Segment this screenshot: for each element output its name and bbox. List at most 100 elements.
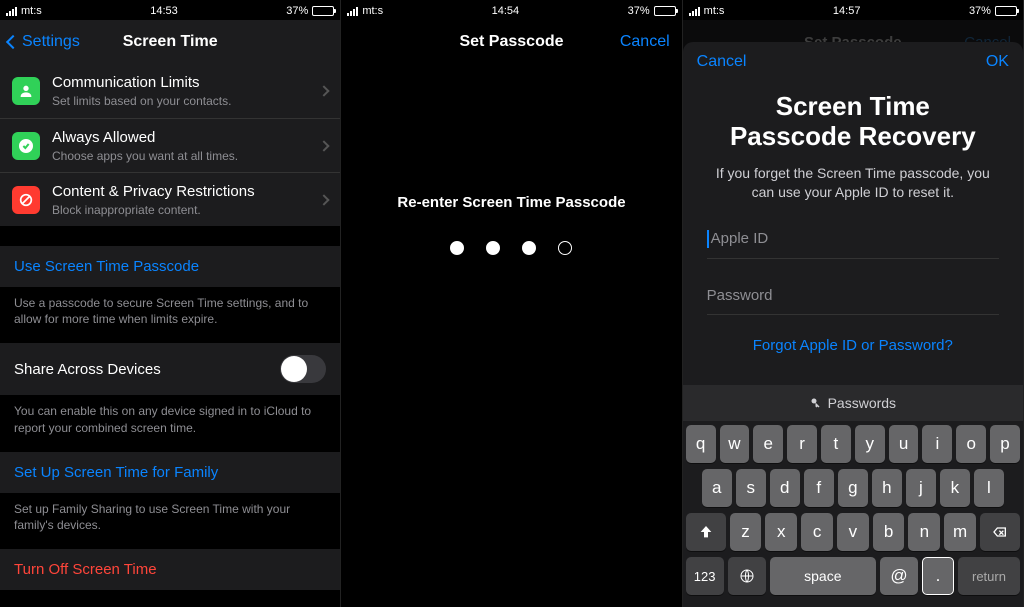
key-w[interactable]: w (720, 425, 750, 463)
phone-screen-time-settings: mt:s 14:53 37% Settings Screen Time Comm… (0, 0, 341, 607)
key-d[interactable]: d (770, 469, 800, 507)
key-u[interactable]: u (889, 425, 919, 463)
modal-cancel-button[interactable]: Cancel (697, 53, 747, 71)
key-g[interactable]: g (838, 469, 868, 507)
key-q[interactable]: q (686, 425, 716, 463)
key-k[interactable]: k (940, 469, 970, 507)
key-i[interactable]: i (922, 425, 952, 463)
battery-icon (654, 6, 676, 16)
key-t[interactable]: t (821, 425, 851, 463)
family-setup-button[interactable]: Set Up Screen Time for Family (0, 452, 340, 493)
row-title: Always Allowed (52, 129, 320, 147)
block-icon (12, 186, 40, 214)
passcode-dot (522, 241, 536, 255)
key-o[interactable]: o (956, 425, 986, 463)
share-across-devices-row[interactable]: Share Across Devices (0, 343, 340, 395)
cancel-button[interactable]: Cancel (620, 20, 670, 64)
check-icon (12, 132, 40, 160)
share-label: Share Across Devices (14, 361, 161, 378)
row-communication-limits[interactable]: Communication Limits Set limits based on… (0, 64, 340, 118)
chevron-right-icon (319, 85, 330, 96)
passcode-dot (486, 241, 500, 255)
modal-ok-button[interactable]: OK (986, 53, 1009, 71)
battery-icon (995, 6, 1017, 16)
key-r[interactable]: r (787, 425, 817, 463)
carrier-label: mt:s (704, 5, 725, 17)
password-field[interactable]: Password (707, 277, 999, 315)
signal-icon (689, 7, 700, 16)
shift-key[interactable] (686, 513, 726, 551)
key-f[interactable]: f (804, 469, 834, 507)
key-l[interactable]: l (974, 469, 1004, 507)
status-time: 14:54 (492, 5, 520, 17)
modal-title: Screen Time Passcode Recovery (707, 92, 999, 152)
keyboard: qwertyuiop asdfghjkl zxcvbnm 123 space @… (683, 421, 1023, 607)
nav-bar: Set Passcode Cancel (341, 20, 681, 64)
space-key[interactable]: space (770, 557, 876, 595)
key-j[interactable]: j (906, 469, 936, 507)
battery-icon (312, 6, 334, 16)
row-subtitle: Block inappropriate content. (52, 203, 320, 217)
forgot-link[interactable]: Forgot Apple ID or Password? (707, 315, 999, 362)
battery-percent: 37% (969, 5, 991, 17)
key-c[interactable]: c (801, 513, 833, 551)
at-key[interactable]: @ (880, 557, 918, 595)
recovery-modal: Cancel OK Screen Time Passcode Recovery … (683, 42, 1023, 607)
key-n[interactable]: n (908, 513, 940, 551)
row-content-privacy[interactable]: Content & Privacy Restrictions Block ina… (0, 172, 340, 226)
modal-description: If you forget the Screen Time passcode, … (707, 164, 999, 202)
phone-set-passcode: mt:s 14:54 37% Set Passcode Cancel Re-en… (341, 0, 682, 607)
battery-percent: 37% (628, 5, 650, 17)
passcode-dot (558, 241, 572, 255)
key-v[interactable]: v (837, 513, 869, 551)
row-subtitle: Choose apps you want at all times. (52, 149, 320, 163)
passcode-dots (450, 241, 572, 255)
nav-back-button[interactable]: Settings (8, 20, 80, 64)
return-key[interactable]: return (958, 557, 1020, 595)
key-p[interactable]: p (990, 425, 1020, 463)
chevron-left-icon (6, 35, 20, 49)
nav-bar: Settings Screen Time (0, 20, 340, 64)
text-cursor (707, 230, 709, 248)
battery-percent: 37% (286, 5, 308, 17)
share-footer: You can enable this on any device signed… (0, 395, 340, 451)
backspace-key[interactable] (980, 513, 1020, 551)
key-x[interactable]: x (765, 513, 797, 551)
family-footer: Set up Family Sharing to use Screen Time… (0, 493, 340, 549)
use-passcode-footer: Use a passcode to secure Screen Time set… (0, 287, 340, 343)
carrier-label: mt:s (362, 5, 383, 17)
use-passcode-button[interactable]: Use Screen Time Passcode (0, 246, 340, 287)
globe-key[interactable] (728, 557, 766, 595)
key-z[interactable]: z (730, 513, 762, 551)
key-m[interactable]: m (944, 513, 976, 551)
status-time: 14:57 (833, 5, 861, 17)
chevron-right-icon (319, 194, 330, 205)
row-always-allowed[interactable]: Always Allowed Choose apps you want at a… (0, 118, 340, 172)
status-time: 14:53 (150, 5, 178, 17)
share-toggle[interactable] (280, 355, 326, 383)
apple-id-field[interactable]: Apple ID (707, 220, 999, 259)
status-bar: mt:s 14:57 37% (683, 0, 1023, 20)
contact-icon (12, 77, 40, 105)
signal-icon (6, 7, 17, 16)
numbers-key[interactable]: 123 (686, 557, 724, 595)
key-y[interactable]: y (855, 425, 885, 463)
turn-off-screen-time-button[interactable]: Turn Off Screen Time (0, 549, 340, 590)
key-e[interactable]: e (753, 425, 783, 463)
nav-title: Set Passcode (459, 33, 563, 51)
nav-title: Screen Time (123, 33, 218, 51)
status-bar: mt:s 14:54 37% (341, 0, 681, 20)
key-icon (810, 397, 822, 409)
dot-key[interactable]: . (922, 557, 954, 595)
row-title: Content & Privacy Restrictions (52, 183, 320, 201)
passcode-dot (450, 241, 464, 255)
row-title: Communication Limits (52, 74, 320, 92)
keyboard-suggestion-bar[interactable]: Passwords (683, 385, 1023, 421)
key-s[interactable]: s (736, 469, 766, 507)
key-h[interactable]: h (872, 469, 902, 507)
status-bar: mt:s 14:53 37% (0, 0, 340, 20)
chevron-right-icon (319, 140, 330, 151)
key-b[interactable]: b (873, 513, 905, 551)
key-a[interactable]: a (702, 469, 732, 507)
passcode-prompt: Re-enter Screen Time Passcode (397, 194, 625, 211)
